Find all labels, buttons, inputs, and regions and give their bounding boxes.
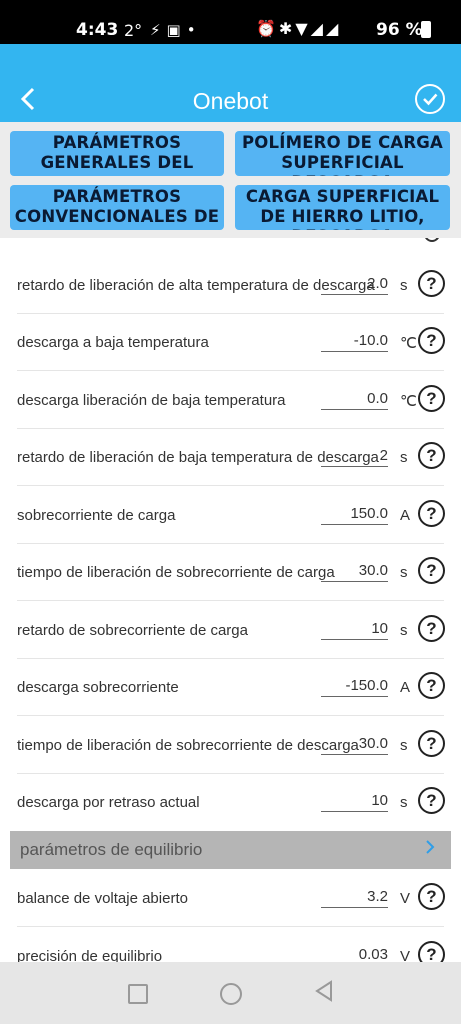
setting-value-input[interactable]: 2.0: [321, 275, 388, 295]
help-icon[interactable]: ?: [418, 385, 445, 412]
setting-label: tiempo de liberación de sobrecorriente d…: [17, 737, 359, 754]
recents-icon[interactable]: [128, 984, 148, 1004]
setting-row: descarga a baja temperatura -10.0 ℃ ?: [0, 314, 461, 371]
setting-label: balance de voltaje abierto: [17, 890, 188, 907]
tab-label: CARGA SUPERFICIAL DE HIERRO LITIO, DESCA…: [245, 187, 440, 230]
setting-value-input[interactable]: 2: [321, 447, 388, 467]
system-status-icons: ⏰✱▼◢◢: [256, 19, 342, 38]
tab-label: POLÍMERO DE CARGA SUPERFICIAL DESCARGA: [242, 133, 443, 176]
setting-label: descarga liberación de baja temperatura: [17, 392, 286, 409]
setting-value-input[interactable]: 30.0: [321, 562, 388, 582]
setting-unit: A: [400, 507, 411, 524]
setting-label: sobrecorriente de carga: [17, 507, 176, 524]
help-icon[interactable]: ?: [418, 615, 445, 642]
setting-unit: s: [400, 794, 408, 811]
tab-lithium-iron-params[interactable]: CARGA SUPERFICIAL DE HIERRO LITIO, DESCA…: [235, 185, 450, 230]
battery-icon: [421, 21, 431, 38]
setting-label: descarga a baja temperatura: [17, 334, 209, 351]
setting-unit: s: [400, 737, 408, 754]
setting-row: retardo de liberación de baja temperatur…: [0, 429, 461, 486]
setting-value-input[interactable]: 0.0: [321, 390, 388, 410]
help-icon-partial: [424, 238, 440, 242]
setting-row: sobrecorriente de carga 150.0 A ?: [0, 487, 461, 544]
app-bar: Onebot: [0, 44, 461, 122]
check-circle-icon[interactable]: [415, 84, 445, 114]
help-icon[interactable]: ?: [418, 672, 445, 699]
setting-unit: V: [400, 948, 411, 962]
setting-value-input[interactable]: -10.0: [321, 332, 388, 352]
setting-label: descarga sobrecorriente: [17, 679, 179, 696]
divider: [17, 715, 444, 716]
divider: [17, 600, 444, 601]
setting-unit: ℃: [400, 335, 417, 352]
setting-label: precisión de equilibrio: [17, 948, 163, 962]
help-icon[interactable]: ?: [418, 500, 445, 527]
setting-unit: V: [400, 890, 411, 907]
help-icon[interactable]: ?: [418, 941, 445, 962]
help-icon[interactable]: ?: [418, 327, 445, 354]
battery-level: 96 %: [376, 20, 423, 40]
setting-row: descarga sobrecorriente -150.0 A ?: [0, 659, 461, 716]
divider: [17, 926, 444, 927]
tab-label: PARÁMETROS GENERALES DEL: [40, 133, 194, 172]
status-time: 4:43: [76, 20, 119, 40]
setting-row: tiempo de liberación de sobrecorriente d…: [0, 544, 461, 601]
tab-conventional-params[interactable]: PARÁMETROS CONVENCIONALES DE: [10, 185, 224, 230]
setting-row: descarga por retraso actual 10 s ?: [0, 774, 461, 831]
setting-row: retardo de liberación de alta temperatur…: [0, 257, 461, 314]
help-icon[interactable]: ?: [418, 270, 445, 297]
setting-label: tiempo de liberación de sobrecorriente d…: [17, 564, 335, 581]
setting-unit: s: [400, 277, 408, 294]
help-icon[interactable]: ?: [418, 557, 445, 584]
divider: [17, 370, 444, 371]
setting-value-input[interactable]: 10: [321, 620, 388, 640]
page-title: Onebot: [192, 88, 269, 114]
tab-general-params[interactable]: PARÁMETROS GENERALES DEL: [10, 131, 224, 176]
status-temperature: 2°: [124, 21, 143, 40]
setting-row: precisión de equilibrio 0.03 V ?: [0, 928, 461, 962]
setting-value-input[interactable]: 150.0: [321, 505, 388, 525]
setting-value-input[interactable]: 3.2: [321, 888, 388, 908]
back-triangle-icon[interactable]: [314, 980, 334, 1008]
setting-label: retardo de sobrecorriente de carga: [17, 622, 248, 639]
setting-row: descarga liberación de baja temperatura …: [0, 372, 461, 429]
setting-row: tiempo de liberación de sobrecorriente d…: [0, 717, 461, 774]
section-header-balance[interactable]: parámetros de equilibrio: [10, 831, 451, 869]
divider: [17, 485, 444, 486]
help-icon[interactable]: ?: [418, 787, 445, 814]
setting-unit: s: [400, 449, 408, 466]
settings-list[interactable]: retardo de liberación de alta temperatur…: [0, 238, 461, 962]
chevron-right-icon: [424, 839, 436, 860]
notification-icons: ⚡▣•: [150, 21, 202, 39]
setting-unit: s: [400, 564, 408, 581]
tab-polymer-params[interactable]: POLÍMERO DE CARGA SUPERFICIAL DESCARGA: [235, 131, 450, 176]
help-icon[interactable]: ?: [418, 883, 445, 910]
setting-unit: A: [400, 679, 411, 696]
setting-row: retardo de sobrecorriente de carga 10 s …: [0, 602, 461, 659]
setting-value-input[interactable]: 10: [321, 792, 388, 812]
help-icon[interactable]: ?: [418, 442, 445, 469]
setting-unit: s: [400, 622, 408, 639]
help-icon[interactable]: ?: [418, 730, 445, 757]
section-title: parámetros de equilibrio: [20, 840, 203, 859]
setting-value-input[interactable]: -150.0: [321, 677, 388, 697]
setting-value-input[interactable]: 0.03: [321, 946, 388, 962]
setting-row: balance de voltaje abierto 3.2 V ?: [0, 870, 461, 927]
setting-unit: ℃: [400, 393, 417, 410]
home-icon[interactable]: [220, 983, 242, 1005]
setting-label: descarga por retraso actual: [17, 794, 200, 811]
status-bar: 4:43 2° ⚡▣• ⏰✱▼◢◢ 96 %: [0, 0, 461, 44]
setting-value-input[interactable]: 30.0: [321, 735, 388, 755]
tab-label: PARÁMETROS CONVENCIONALES DE: [14, 187, 220, 226]
system-nav-bar: [0, 962, 461, 1024]
